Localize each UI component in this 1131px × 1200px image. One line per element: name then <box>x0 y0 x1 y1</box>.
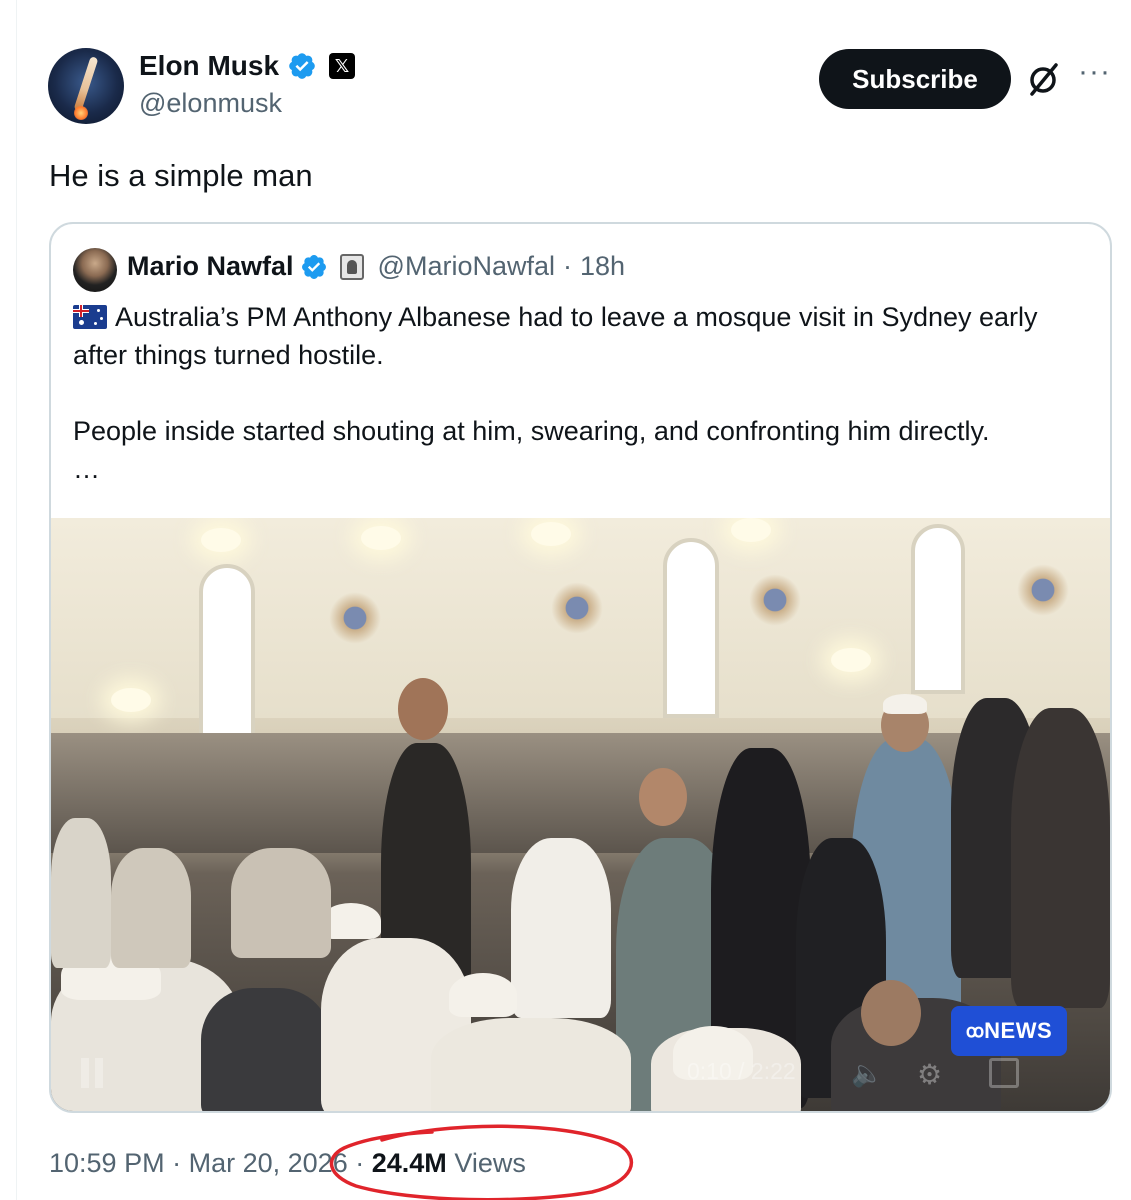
pause-icon[interactable] <box>79 1058 107 1088</box>
author-handle[interactable]: @elonmusk <box>139 88 282 119</box>
author-display-name[interactable]: Elon Musk <box>139 50 279 82</box>
grok-icon[interactable] <box>1025 60 1061 98</box>
timeline-border <box>16 0 17 1200</box>
subscribe-button[interactable]: Subscribe <box>819 49 1011 109</box>
quoted-handle[interactable]: @MarioNawfal <box>378 251 555 282</box>
settings-icon[interactable]: ⚙ <box>917 1058 947 1090</box>
verified-badge-icon[interactable] <box>300 253 328 281</box>
separator-dot: · <box>563 251 572 281</box>
verified-badge-icon[interactable] <box>287 51 317 81</box>
affiliation-avatar-icon[interactable] <box>339 253 364 280</box>
rocket-icon <box>73 56 99 112</box>
video-player[interactable]: ꝏ NEWS 0:10 / 2:22 🔈 ⚙ <box>51 518 1110 1111</box>
quoted-tweet-card[interactable]: Mario Nawfal @MarioNawfal · 18h Australi… <box>49 222 1112 1113</box>
quoted-text: Australia’s PM Anthony Albanese had to l… <box>73 298 1093 488</box>
abc-logo-icon: ꝏ <box>965 1020 984 1041</box>
video-time: 0:10 / 2:22 <box>687 1058 796 1084</box>
arched-window <box>911 524 965 694</box>
abc-news-watermark: ꝏ NEWS <box>951 1006 1067 1056</box>
author-name-row: Elon Musk 𝕏 <box>139 50 356 82</box>
quoted-display-name[interactable]: Mario Nawfal <box>127 251 294 282</box>
quoted-paragraph-1: Australia’s PM Anthony Albanese had to l… <box>73 302 1038 370</box>
red-circle-annotation <box>329 1124 634 1200</box>
more-options-icon[interactable]: ··· <box>1078 57 1112 90</box>
x-affiliation-icon[interactable]: 𝕏 <box>329 53 356 79</box>
quoted-ellipsis: … <box>73 454 100 484</box>
quoted-timestamp[interactable]: 18h <box>580 251 625 282</box>
quoted-author-avatar[interactable] <box>73 248 117 292</box>
quoted-header: Mario Nawfal @MarioNawfal · 18h <box>127 251 625 282</box>
tweet-time[interactable]: 10:59 PM <box>49 1148 165 1178</box>
arched-window <box>663 538 719 718</box>
australia-flag-icon <box>73 305 107 329</box>
separator-dot: · <box>172 1148 182 1178</box>
author-avatar[interactable] <box>48 48 124 124</box>
volume-icon[interactable]: 🔈 <box>851 1058 885 1088</box>
tweet-text: He is a simple man <box>49 158 313 193</box>
expand-icon[interactable] <box>989 1058 1019 1088</box>
quoted-paragraph-2: People inside started shouting at him, s… <box>73 416 990 446</box>
